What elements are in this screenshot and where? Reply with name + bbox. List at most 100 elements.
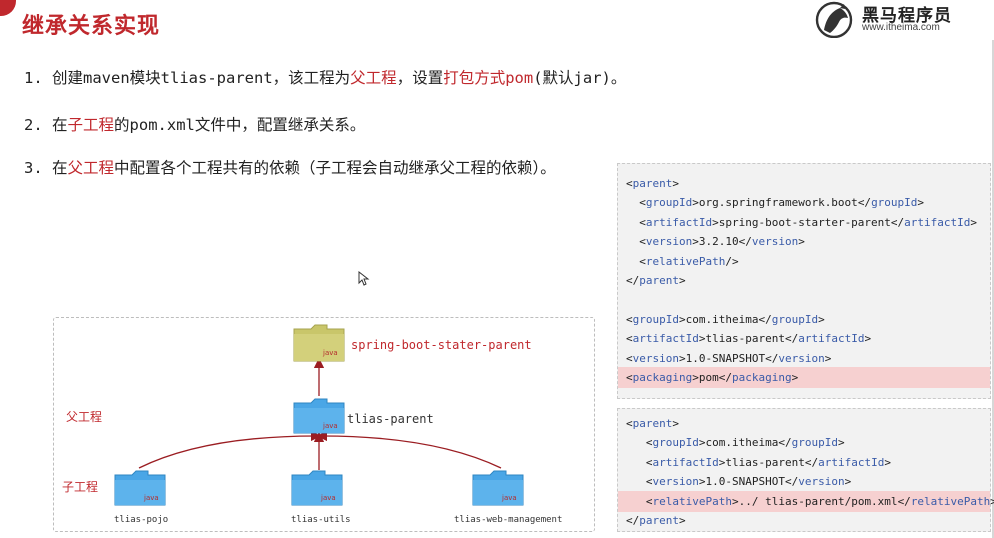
folder-caption: java [501,494,517,502]
code-token: < [626,312,633,326]
code-token: </ [890,215,905,229]
code-token: > [672,417,679,430]
xml-tag-name: artifactId [652,455,719,469]
xml-tag-name: groupId [791,436,838,450]
step-emphasis: 父工程 [67,159,115,177]
xml-tag-name: groupId [645,196,693,210]
xml-tag-name: artifactId [798,332,865,346]
code-token: > [679,514,686,527]
step-3: 3. 在父工程中配置各个工程共有的依赖（子工程会自动继承父工程的依赖）。 [24,156,556,178]
code-token: > [692,196,699,210]
parent-pom-code-block: < parent > <groupId>org.springframework.bo… [617,163,991,399]
code-token: com.itheima [705,436,779,450]
code-token: </ [784,332,799,346]
step-emphasis: 打包方式pom [443,69,534,87]
code-token: < [626,177,633,190]
code-token: /> [725,254,739,268]
xml-tag-name: version [652,475,699,489]
xml-tag-name: artifactId [632,332,699,346]
inheritance-diagram: java spring-boot-stater-parent java tlia… [53,317,595,532]
xml-tag-name: packaging [731,371,792,384]
folder-caption: java [320,494,336,502]
xml-tag-name: groupId [771,312,819,326]
folder-icon: java [293,324,345,362]
code-line: <artifactId>tlias-parent</artifactId> [626,456,891,469]
code-token: < [639,215,646,229]
xml-tag-name: parent [639,514,679,527]
code-token: < [645,455,653,469]
code-token: > [672,177,679,190]
code-token: < [639,235,646,249]
code-line: <packaging>pom</packaging> [626,371,798,384]
code-line: <groupId>com.itheima</groupId> [626,313,825,326]
code-token: < [626,332,633,346]
parent-role-label: 父工程 [66,410,103,424]
xml-tag-name: parent [632,417,673,430]
code-token: < [645,436,653,450]
code-token: > [917,196,925,210]
horse-logo-icon [815,1,853,38]
xml-tag-name: version [778,351,825,365]
code-token: </ [804,455,819,469]
code-line: </parent> [626,274,686,287]
code-token: < [639,254,646,268]
step-text: 在 [52,159,68,177]
code-token: < [626,371,633,384]
xml-tag-name: artifactId [904,215,971,229]
xml-tag-name: relativePath [645,254,726,268]
xml-tag-name: relativePath [910,494,991,508]
child-node-label: tlias-utils [291,515,351,525]
code-token: > [864,332,872,346]
xml-tag-name: parent [639,274,679,287]
xml-tag-name: groupId [871,196,918,210]
code-line: <version>1.0-SNAPSHOT</version> [626,475,851,488]
code-line: <groupId>org.springframework.boot</group… [626,196,924,209]
code-token: < [639,196,646,210]
xml-tag-name: relativePath [652,494,732,508]
code-token: tlias-parent [705,332,785,346]
xml-tag-name: groupId [632,312,679,326]
folder-icon: java [114,470,166,506]
code-token: > [970,215,978,229]
code-token: 1.0-SNAPSHOT [705,475,785,489]
code-token: < [645,494,653,508]
code-line: </parent> [626,514,686,527]
parent-node-label: tlias-parent [347,412,434,426]
code-token: </ [626,514,640,527]
code-token: > [712,215,719,229]
step-number: 2. [24,116,43,134]
step-text: 在 [52,116,68,134]
code-token: > [678,312,686,326]
code-token: </ [758,312,772,326]
folder-icon: java [472,470,524,506]
xml-tag-name: version [632,351,679,365]
child-pom-code-block: <parent> <groupId>com.itheima</groupId> … [617,408,994,532]
code-token: </ [738,235,752,249]
code-token: 3.2.10 [698,235,739,249]
step-emphasis: 父工程 [350,69,397,87]
mouse-cursor-icon [358,271,370,286]
xml-tag-name: artifactId [818,455,885,469]
code-token: </ [626,274,640,287]
xml-tag-name: version [798,475,845,489]
code-token: > [798,235,805,249]
code-token: 1.0-SNAPSHOT [685,351,766,365]
code-token: ../ tlias-parent/pom.xml [738,494,898,508]
brand-logo: 黑马程序员 www.itheima.com [814,0,964,40]
code-token: </ [718,371,732,384]
code-token: > [692,235,699,249]
step-text: 创建maven模块tlias-parent，该工程为 [52,69,351,87]
code-line: <artifactId>spring-boot-starter-parent</… [626,216,977,229]
code-token: > [824,351,832,365]
page-title: 继承关系实现 [22,14,161,39]
code-token: < [626,417,633,430]
child-node-label: tlias-pojo [114,515,169,525]
step-2: 2. 在子工程的pom.xml文件中，配置继承关系。 [24,113,365,135]
